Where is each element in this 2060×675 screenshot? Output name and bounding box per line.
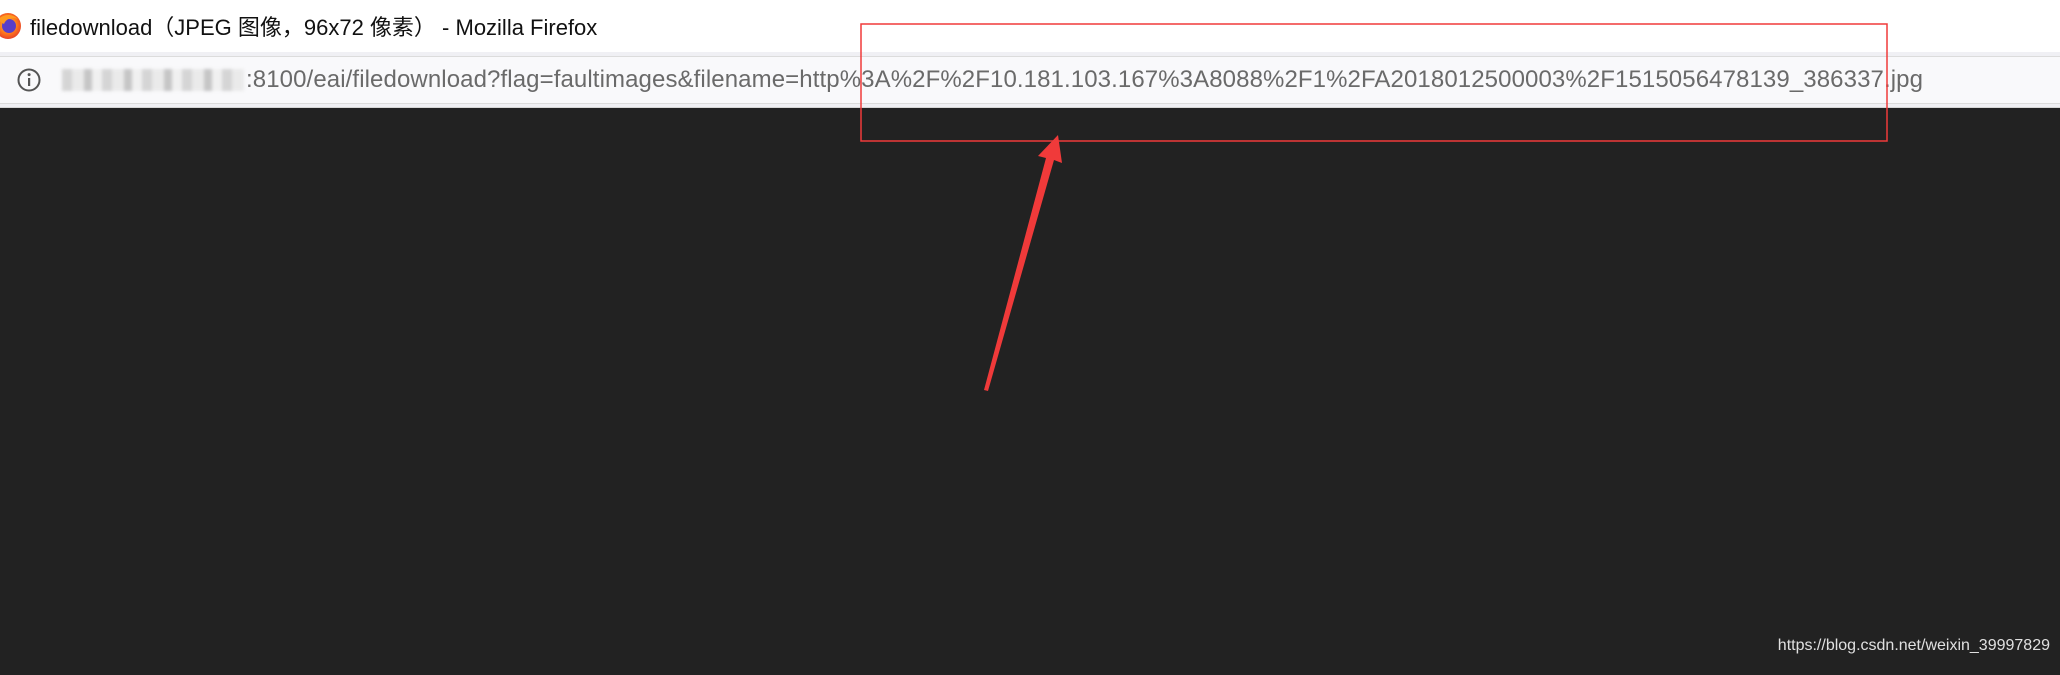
image-viewer-content <box>0 108 2060 675</box>
firefox-logo-icon <box>0 13 21 39</box>
window-title: filedownload（JPEG 图像，96x72 像素） - Mozilla… <box>30 15 598 40</box>
browser-window: filedownload（JPEG 图像，96x72 像素） - Mozilla… <box>0 0 2060 675</box>
obscured-host <box>62 69 244 91</box>
navigation-toolbar: :8100/eai/filedownload?flag=faultimages&… <box>0 52 2060 108</box>
url-bar[interactable]: :8100/eai/filedownload?flag=faultimages&… <box>0 56 2060 104</box>
info-icon[interactable] <box>16 67 42 93</box>
watermark: https://blog.csdn.net/weixin_39997829 <box>1777 637 2050 654</box>
url-text[interactable]: :8100/eai/filedownload?flag=faultimages&… <box>246 66 1923 94</box>
title-bar: filedownload（JPEG 图像，96x72 像素） - Mozilla… <box>0 0 2060 52</box>
